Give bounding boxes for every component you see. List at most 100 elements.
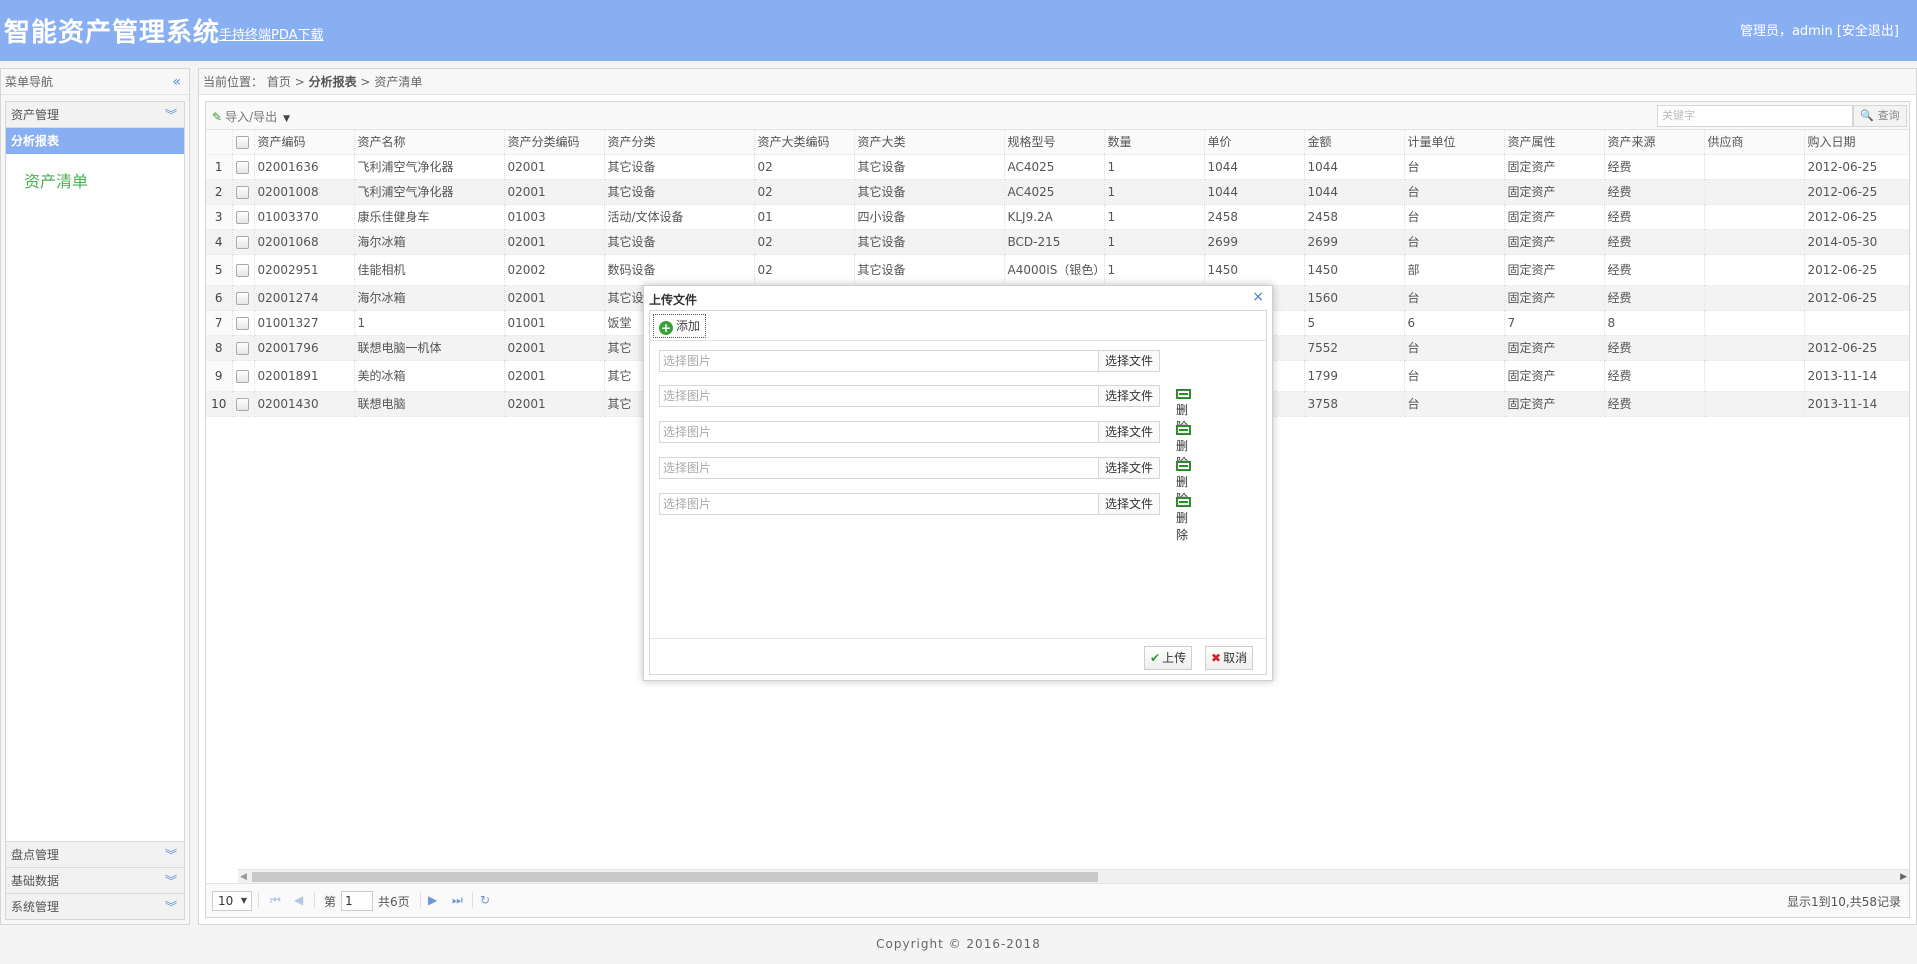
row-checkbox[interactable] bbox=[235, 341, 249, 355]
column-header[interactable]: 数量 bbox=[1104, 130, 1205, 155]
prev-page-icon[interactable]: ◀ bbox=[294, 893, 303, 907]
column-header[interactable]: 供应商 bbox=[1704, 130, 1805, 155]
row-checkbox[interactable] bbox=[235, 369, 249, 383]
first-page-icon[interactable]: ⏮ bbox=[270, 893, 281, 908]
table-cell: 固定资产 bbox=[1504, 229, 1605, 255]
file-path-input[interactable]: 选择图片 bbox=[659, 421, 1099, 443]
add-file-button[interactable]: + 添加 bbox=[653, 314, 707, 338]
row-checkbox[interactable] bbox=[235, 185, 249, 199]
table-cell: 02001 bbox=[504, 179, 605, 205]
choose-file-button[interactable]: 选择文件 bbox=[1098, 457, 1160, 479]
table-cell: 02001068 bbox=[254, 229, 355, 255]
table-row[interactable]: 2 02001008 飞利浦空气净化器 02001 其它设备 02 其它设备 AC4025 1 1… bbox=[206, 179, 1909, 205]
row-checkbox[interactable] bbox=[235, 235, 249, 249]
row-checkbox[interactable] bbox=[235, 316, 249, 330]
table-row[interactable]: 5 02002951 佳能相机 02002 数码设备 02 其它设备 A4000IS（银色） 1… bbox=[206, 254, 1909, 286]
scroll-left-icon[interactable]: ◀ bbox=[240, 870, 247, 884]
file-path-input[interactable]: 选择图片 bbox=[659, 457, 1099, 479]
table-cell: 3758 bbox=[1304, 391, 1405, 417]
next-page-icon[interactable]: ▶ bbox=[428, 893, 437, 907]
refresh-icon[interactable]: ↻ bbox=[480, 893, 490, 907]
column-header[interactable]: 资产分类 bbox=[604, 130, 755, 155]
column-header[interactable]: 金额 bbox=[1304, 130, 1405, 155]
table-cell: 固定资产 bbox=[1504, 360, 1605, 392]
table-cell: 2012-06-25 bbox=[1804, 335, 1909, 361]
page-size-select[interactable]: 10 ▼ bbox=[212, 891, 252, 911]
cancel-button[interactable]: ✖ 取消 bbox=[1205, 646, 1254, 670]
row-checkbox[interactable] bbox=[235, 160, 249, 174]
table-cell: 固定资产 bbox=[1504, 254, 1605, 286]
table-cell: 1 bbox=[1104, 254, 1205, 286]
choose-file-button[interactable]: 选择文件 bbox=[1098, 385, 1160, 407]
minus-icon bbox=[1176, 497, 1191, 507]
table-cell: 02001636 bbox=[254, 154, 355, 180]
column-header[interactable]: 资产分类编码 bbox=[504, 130, 605, 155]
menu-group-asset-management[interactable]: 资产管理 ︾ bbox=[6, 102, 184, 128]
upload-button[interactable]: ✔ 上传 bbox=[1144, 646, 1193, 670]
search-button[interactable]: 🔍 查询 bbox=[1853, 105, 1907, 127]
close-icon[interactable]: × bbox=[1252, 289, 1264, 305]
choose-file-button[interactable]: 选择文件 bbox=[1098, 493, 1160, 515]
table-cell: 其它设备 bbox=[854, 229, 1005, 255]
file-path-input[interactable]: 选择图片 bbox=[659, 493, 1099, 515]
logout-link[interactable]: [安全退出] bbox=[1837, 24, 1899, 39]
breadcrumb-separator: > bbox=[294, 75, 305, 89]
minus-icon bbox=[1176, 389, 1191, 399]
table-cell: 其它设备 bbox=[604, 154, 755, 180]
pager-divider bbox=[420, 892, 421, 908]
file-path-input[interactable]: 选择图片 bbox=[659, 350, 1099, 372]
select-all-cell bbox=[232, 130, 255, 155]
table-cell: 2012-06-25 bbox=[1804, 204, 1909, 230]
column-header[interactable]: 计量单位 bbox=[1404, 130, 1505, 155]
menu-link-asset-list[interactable]: 资产清单 bbox=[24, 168, 88, 192]
choose-file-button[interactable]: 选择文件 bbox=[1098, 421, 1160, 443]
column-header[interactable]: 单价 bbox=[1204, 130, 1305, 155]
search-input[interactable]: 关键字 bbox=[1657, 105, 1853, 127]
row-checkbox[interactable] bbox=[235, 263, 249, 277]
menu-group-system[interactable]: 系统管理 ︾ bbox=[6, 893, 184, 919]
row-checkbox[interactable] bbox=[235, 210, 249, 224]
table-cell bbox=[1704, 229, 1805, 255]
menu-group-base-data[interactable]: 基础数据 ︾ bbox=[6, 867, 184, 893]
row-select-cell bbox=[232, 360, 255, 392]
table-row[interactable]: 4 02001068 海尔冰箱 02001 其它设备 02 其它设备 BCD-215 1 2699… bbox=[206, 229, 1909, 255]
choose-file-button[interactable]: 选择文件 bbox=[1098, 350, 1160, 372]
select-all-checkbox[interactable] bbox=[235, 135, 249, 149]
pda-download-link[interactable]: 手持终端PDA下载 bbox=[219, 24, 324, 43]
row-number: 4 bbox=[206, 229, 233, 255]
last-page-icon[interactable]: ⏭ bbox=[452, 893, 463, 908]
row-checkbox[interactable] bbox=[235, 291, 249, 305]
scrollbar-thumb[interactable] bbox=[252, 872, 1098, 882]
import-export-label: 导入/导出 bbox=[225, 110, 278, 124]
column-header[interactable]: 资产编码 bbox=[254, 130, 355, 155]
column-header[interactable]: 资产大类编码 bbox=[754, 130, 855, 155]
file-path-input[interactable]: 选择图片 bbox=[659, 385, 1099, 407]
table-cell: 台 bbox=[1404, 285, 1505, 311]
table-cell: 其它设备 bbox=[854, 179, 1005, 205]
table-cell: 1450 bbox=[1204, 254, 1305, 286]
column-header[interactable]: 资产名称 bbox=[354, 130, 505, 155]
page-prefix: 第 bbox=[324, 895, 337, 909]
collapse-left-icon[interactable]: « bbox=[172, 69, 181, 95]
table-cell: 1450 bbox=[1304, 254, 1405, 286]
row-checkbox[interactable] bbox=[235, 397, 249, 411]
delete-row-button[interactable]: 删 除 bbox=[1176, 495, 1195, 543]
breadcrumb-home[interactable]: 首页 bbox=[267, 75, 291, 89]
table-row[interactable]: 1 02001636 飞利浦空气净化器 02001 其它设备 02 其它设备 AC4025 1 1… bbox=[206, 154, 1909, 180]
column-header[interactable]: 资产来源 bbox=[1604, 130, 1705, 155]
table-cell bbox=[1704, 310, 1805, 336]
menu-item-analysis-report[interactable]: 分析报表 bbox=[6, 128, 184, 154]
table-cell: 部 bbox=[1404, 254, 1505, 286]
row-select-cell bbox=[232, 285, 255, 311]
column-header[interactable]: 资产属性 bbox=[1504, 130, 1605, 155]
column-header[interactable]: 购入日期 bbox=[1804, 130, 1909, 155]
table-row[interactable]: 3 01003370 康乐佳健身车 01003 活动/文体设备 01 四小设备 KLJ9.2A… bbox=[206, 204, 1909, 230]
import-export-menu[interactable]: ✎ 导入/导出 ▼ bbox=[212, 108, 290, 125]
scroll-right-icon[interactable]: ▶ bbox=[1900, 870, 1907, 884]
page-number-input[interactable]: 1 bbox=[341, 891, 373, 911]
horizontal-scrollbar[interactable]: ◀ ▶ bbox=[238, 869, 1909, 883]
column-header[interactable]: 规格型号 bbox=[1004, 130, 1105, 155]
menu-group-inventory[interactable]: 盘点管理 ︾ bbox=[6, 841, 184, 867]
row-select-cell bbox=[232, 179, 255, 205]
column-header[interactable]: 资产大类 bbox=[854, 130, 1005, 155]
